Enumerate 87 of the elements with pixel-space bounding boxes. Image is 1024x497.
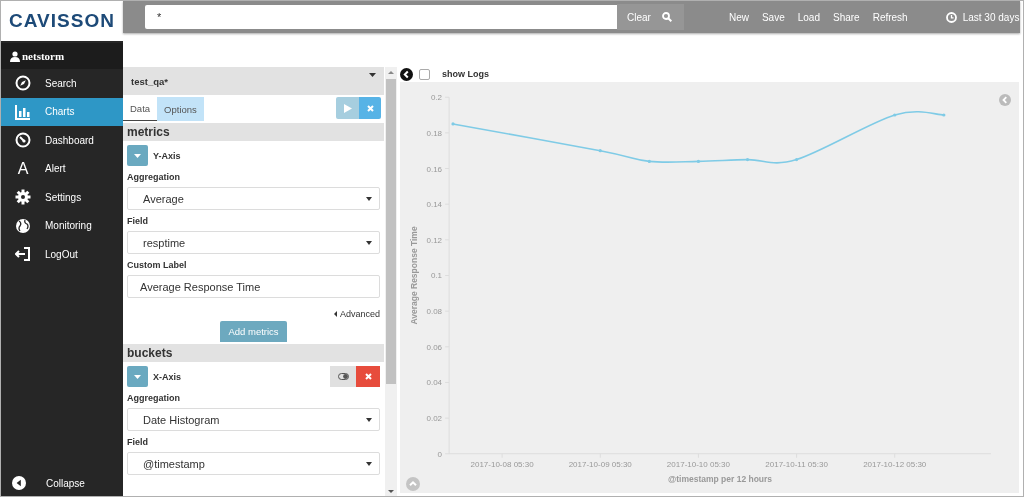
y-tick-label: 0.12	[426, 235, 443, 245]
expand-button[interactable]	[127, 366, 148, 387]
data-point	[745, 158, 750, 162]
nav-item[interactable]: A Alert	[1, 154, 123, 183]
y-tick-label: 0	[437, 449, 443, 459]
toggle-icon	[337, 373, 349, 380]
select-field[interactable]: Average	[127, 187, 380, 210]
data-point	[696, 159, 700, 163]
search-icon[interactable]	[661, 12, 672, 22]
select-field[interactable]: @timestamp	[127, 452, 380, 475]
clock-icon	[945, 11, 957, 23]
y-tick-label: 0.16	[426, 164, 443, 174]
section-header: metrics	[123, 123, 384, 141]
gear-icon	[15, 189, 31, 206]
advanced-link[interactable]: Advanced	[333, 309, 380, 319]
data-point	[647, 159, 651, 163]
x-tick-label: 2017-10-11 05:30	[765, 459, 828, 469]
logo: CAVISSON	[1, 1, 123, 41]
search-field[interactable]: *	[145, 5, 617, 29]
caret-icon	[366, 196, 372, 201]
field-label: Aggregation	[127, 172, 181, 184]
legend-toggle-icon[interactable]	[999, 94, 1011, 106]
compass-icon	[15, 75, 31, 92]
checkbox[interactable]	[419, 68, 430, 80]
y-tick-label: 0.08	[426, 307, 443, 317]
nav-item[interactable]: Dashboard	[1, 126, 123, 155]
nav-item[interactable]: Search	[1, 69, 123, 98]
field-label: Aggregation	[127, 393, 181, 405]
y-tick-label: 0.04	[426, 378, 443, 388]
y-tick-label: 0.2	[430, 93, 443, 103]
close-icon	[364, 373, 372, 380]
user-icon	[10, 50, 20, 62]
x-tick-label: 2017-10-12 05:30	[863, 459, 927, 469]
nav-item[interactable]: Monitoring	[1, 211, 123, 240]
select-field[interactable]: resptime	[127, 231, 380, 254]
field-label: Field	[127, 437, 149, 449]
toggle-button[interactable]	[330, 366, 356, 387]
user-name: netstorm	[22, 50, 65, 62]
bar-chart-icon	[15, 103, 31, 120]
y-tick-label: 0.02	[426, 414, 443, 424]
alert-icon: A	[17, 160, 29, 177]
close-icon	[366, 104, 374, 112]
axis-label: X-Axis	[153, 371, 181, 382]
data-point	[598, 149, 602, 153]
data-point	[942, 113, 946, 117]
x-tick-label: 2017-10-10 05:30	[666, 459, 730, 469]
remove-button[interactable]	[356, 366, 380, 387]
x-axis-title: @timestamp per 12 hours	[667, 473, 773, 484]
y-tick-label: 0.1	[430, 271, 443, 281]
field-label: Field	[127, 216, 149, 228]
caret-icon	[366, 417, 372, 422]
text-field[interactable]: Average Response Time	[127, 275, 380, 298]
visualization-title: test_qa*	[131, 76, 168, 87]
caret-icon	[366, 240, 372, 245]
checkbox-label: show Logs	[442, 69, 489, 79]
collapse-button[interactable]: Collapse	[1, 470, 123, 496]
nav-item[interactable]: Settings	[1, 183, 123, 212]
y-tick-label: 0.18	[426, 128, 443, 138]
caret-icon	[366, 461, 372, 466]
y-axis-title: Average Response Time	[409, 226, 420, 325]
y-tick-label: 0.06	[426, 342, 443, 352]
caret-icon	[333, 311, 337, 317]
nav-item[interactable]: LogOut	[1, 240, 123, 269]
caret-icon	[134, 153, 141, 158]
y-tick-label: 0.14	[426, 200, 443, 210]
gauge-icon	[15, 132, 31, 149]
editor-tab[interactable]: Options	[157, 97, 204, 121]
axis-label: Y-Axis	[153, 150, 181, 161]
expand-button[interactable]	[127, 145, 148, 166]
play-icon	[343, 103, 352, 113]
discard-button[interactable]	[359, 97, 381, 119]
select-field[interactable]: Date Histogram	[127, 408, 380, 431]
section-header: buckets	[123, 344, 384, 362]
caret-icon	[134, 374, 141, 379]
collapse-icon	[12, 476, 26, 490]
back-icon[interactable]	[400, 67, 413, 81]
apply-button[interactable]	[336, 97, 359, 119]
data-point	[893, 113, 897, 117]
x-tick-label: 2017-10-08 05:30	[470, 459, 534, 469]
expand-up-icon[interactable]	[406, 477, 420, 491]
x-tick-label: 2017-10-09 05:30	[568, 459, 632, 469]
field-label: Custom Label	[127, 260, 188, 272]
globe-icon	[15, 217, 31, 234]
caret-icon	[369, 73, 376, 77]
logout-icon	[15, 246, 31, 263]
data-point	[451, 122, 455, 126]
data-point	[795, 158, 799, 162]
